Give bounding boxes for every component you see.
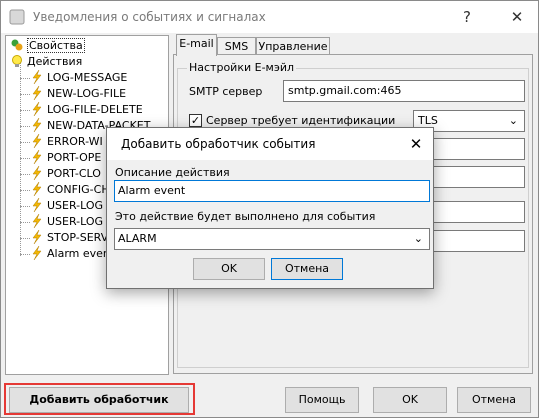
tree-item-action[interactable]: NEW-LOG-FILE	[30, 85, 127, 102]
lightning-icon	[30, 213, 44, 229]
tree-item-properties[interactable]: Свойства	[10, 38, 85, 54]
help-button[interactable]: ?	[455, 5, 479, 29]
auth-label: Сервер требует идентификации	[206, 114, 396, 127]
tab-control[interactable]: Управление	[256, 37, 330, 55]
tree-item-label: CONFIG-CH	[47, 183, 110, 196]
lightning-icon	[30, 101, 44, 117]
chevron-down-icon: ⌄	[508, 114, 518, 127]
tree-item-label: ERROR-WI	[47, 135, 103, 148]
add-event-handler-dialog: Добавить обработчик события ✕ Описание д…	[106, 127, 434, 289]
chevron-down-icon: ⌄	[413, 232, 423, 245]
description-label: Описание действия	[115, 166, 230, 179]
tree-item-action[interactable]: PORT-CLO	[30, 165, 101, 182]
dialog-ok-button[interactable]: OK	[193, 258, 265, 280]
tree-item-action[interactable]: LOG-FILE-DELETE	[30, 101, 143, 118]
dialog-title: Добавить обработчик события	[121, 137, 316, 151]
dialog-cancel-button[interactable]: Отмена	[271, 258, 343, 280]
app-icon	[9, 9, 25, 25]
email-settings-label: Настройки E-мэйл	[187, 61, 297, 74]
tree-item-label: NEW-LOG-FILE	[47, 87, 127, 100]
tree-item-label: USER-LOG	[47, 215, 104, 228]
smtp-server-input[interactable]: smtp.gmail.com:465	[283, 80, 525, 102]
lightning-icon	[30, 69, 44, 85]
tree-item-action[interactable]: USER-LOG	[30, 197, 104, 214]
lightning-icon	[30, 181, 44, 197]
lightning-icon	[30, 197, 44, 213]
event-value: ALARM	[118, 232, 157, 245]
tree-item-action[interactable]: ERROR-WI	[30, 133, 103, 150]
tree-item-label: PORT-CLO	[47, 167, 101, 180]
lightning-icon	[30, 245, 44, 261]
add-handler-button[interactable]: Добавить обработчик	[9, 387, 189, 413]
dialog-title-bar: Добавить обработчик события ✕	[107, 128, 433, 160]
lightbulb-icon	[10, 54, 24, 68]
lightning-icon	[30, 85, 44, 101]
lightning-icon	[30, 165, 44, 181]
tree-item-label: Alarm event	[47, 247, 115, 260]
tree-item-label: STOP-SERV	[47, 231, 109, 244]
tree-item-action[interactable]: USER-LOG	[30, 213, 104, 230]
tree-item-label: LOG-FILE-DELETE	[47, 103, 143, 116]
cancel-footer-button[interactable]: Отмена	[457, 387, 531, 413]
tree-item-action[interactable]: STOP-SERV	[30, 229, 109, 246]
lightning-icon	[30, 149, 44, 165]
security-value: TLS	[418, 114, 438, 127]
lightning-icon	[30, 229, 44, 245]
properties-icon	[10, 38, 24, 52]
dialog-close-button[interactable]: ✕	[405, 133, 427, 155]
tree-item-label: PORT-OPE	[47, 151, 102, 164]
event-label: Это действие будет выполнено для события	[115, 210, 376, 223]
tree-item-action[interactable]: LOG-MESSAGE	[30, 69, 128, 86]
tab-sms[interactable]: SMS	[217, 37, 256, 55]
title-bar: Уведомления о событиях и сигналах ? ✕	[1, 1, 538, 33]
close-button[interactable]: ✕	[505, 5, 529, 29]
ok-footer-button[interactable]: OK	[373, 387, 447, 413]
tree-item-action[interactable]: PORT-OPE	[30, 149, 102, 166]
tree-item-label: USER-LOG	[47, 199, 104, 212]
help-footer-button[interactable]: Помощь	[285, 387, 359, 413]
smtp-label: SMTP сервер	[189, 85, 263, 98]
lightning-icon	[30, 133, 44, 149]
window-title: Уведомления о событиях и сигналах	[33, 10, 266, 24]
auth-checkbox[interactable]: ✓	[189, 114, 202, 127]
tree-item-action[interactable]: CONFIG-CH	[30, 181, 110, 198]
tree-item-label: LOG-MESSAGE	[47, 71, 128, 84]
tree-item-actions[interactable]: Действия	[10, 54, 82, 70]
event-select[interactable]: ALARM ⌄	[114, 228, 430, 250]
tree-item-action[interactable]: Alarm event	[30, 245, 115, 262]
tab-email[interactable]: E-mail	[176, 34, 217, 56]
lightning-icon	[30, 117, 44, 133]
description-input[interactable]: Alarm event	[114, 180, 430, 202]
